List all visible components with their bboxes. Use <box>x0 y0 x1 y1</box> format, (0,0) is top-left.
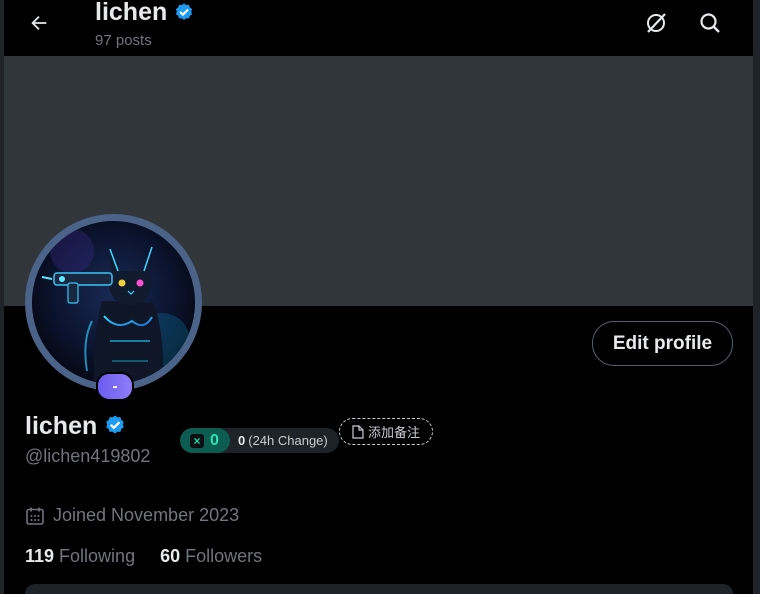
following-link[interactable]: 119 Following <box>25 546 135 567</box>
followers-label: Followers <box>185 546 263 566</box>
add-note-button[interactable]: 添加备注 <box>339 418 433 445</box>
search-button[interactable] <box>694 8 726 38</box>
verified-badge-icon <box>173 2 195 24</box>
joined-date: Joined November 2023 <box>25 505 239 526</box>
followers-count: 60 <box>160 546 181 566</box>
header-name: lichen <box>95 0 168 26</box>
token-change-label: (24h Change) <box>248 433 328 448</box>
token-count-pill: × 0 <box>180 428 230 453</box>
back-button[interactable] <box>22 8 56 38</box>
followers-link[interactable]: 60 Followers <box>160 546 262 567</box>
profile-page: lichen 97 posts - Edit profile lichen @l… <box>4 0 753 594</box>
grok-button[interactable] <box>640 8 672 38</box>
avatar-status-pill[interactable]: - <box>96 372 134 401</box>
following-count: 119 <box>25 546 55 566</box>
verified-badge-icon[interactable] <box>103 414 127 438</box>
bottom-card-edge <box>25 584 733 594</box>
display-name: lichen <box>25 412 98 440</box>
follow-stats: 119 Following 60 Followers <box>25 546 262 567</box>
following-label: Following <box>59 546 136 566</box>
header-title: lichen <box>95 0 195 27</box>
edit-profile-button[interactable]: Edit profile <box>592 321 733 366</box>
token-change-value: 0 <box>238 433 246 448</box>
document-icon <box>352 424 364 439</box>
joined-text: Joined November 2023 <box>53 505 240 525</box>
search-icon <box>700 13 720 33</box>
token-chip[interactable]: × 0 0 (24h Change) <box>180 428 339 453</box>
profile-handle: @lichen419802 <box>25 446 151 466</box>
post-count: 97 posts <box>95 32 152 49</box>
profile-header: lichen 97 posts <box>4 0 753 56</box>
window-border-right <box>753 0 760 594</box>
arrow-left-icon <box>31 15 47 31</box>
token-x-icon: × <box>190 433 204 448</box>
avatar[interactable] <box>32 221 195 384</box>
token-count: 0 <box>210 431 219 449</box>
grok-icon <box>647 13 666 33</box>
profile-name: lichen <box>25 410 127 442</box>
add-note-label: 添加备注 <box>367 425 420 440</box>
avatar-image-cat <box>32 221 195 384</box>
calendar-icon <box>25 506 45 526</box>
